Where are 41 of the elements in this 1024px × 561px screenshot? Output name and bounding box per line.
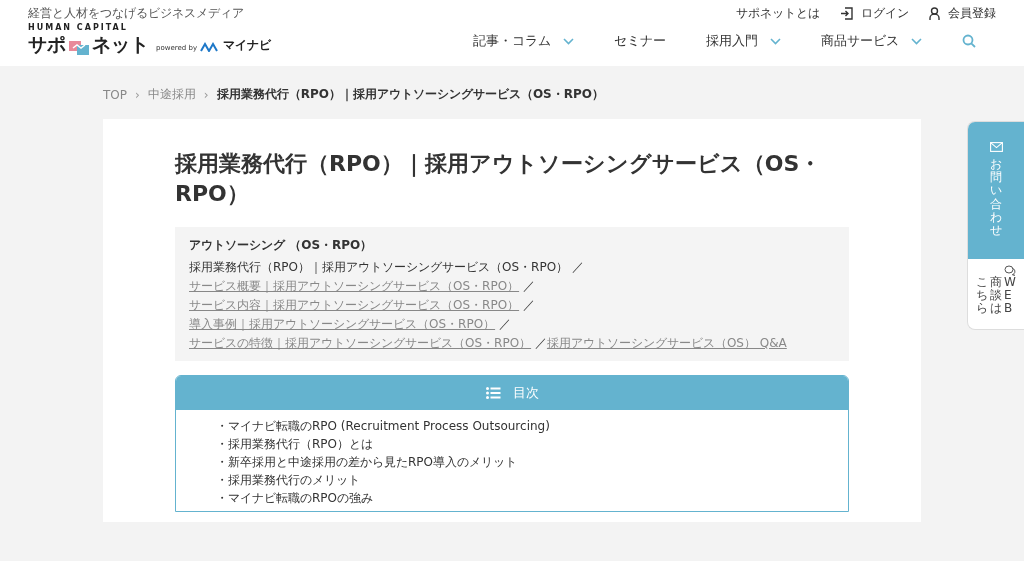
list-icon <box>485 387 501 399</box>
logo-text[interactable]: ネット <box>92 33 149 55</box>
logo-text: HUMAN CAPITAL <box>28 23 129 32</box>
breadcrumb-link[interactable]: 採用業務代行（RPO）｜採用アウトソーシングサービス（OS・RPO） <box>216 86 604 103</box>
web-meeting-label: 商談は <box>990 276 1002 316</box>
logo-text[interactable]: サポ <box>28 33 66 55</box>
login-icon <box>840 7 853 20</box>
nav-item[interactable]: 記事・コラム <box>473 32 574 50</box>
nav-item[interactable]: 採用入門 <box>706 32 781 50</box>
header-link[interactable]: サポネットとは <box>736 5 820 22</box>
breadcrumb-separator: › <box>203 87 209 102</box>
related-links-text: 採用業務代行（RPO）｜採用アウトソーシングサービス（OS・RPO） ／ サービス概要｜採用アウトソーシングサービス（OS・RPO） ／ サービス内容｜採用アウトソーシングサービス（OS・RPO） ／ 導入事例｜採用アウトソーシングサービス（OS・RPO） ／ サービスの特徴｜採用アウトソーシングサービス（OS・RPO） ／採用アウトソーシングサービス（OS） Q&A <box>189 259 788 352</box>
logo-icon <box>69 41 89 55</box>
search-icon[interactable] <box>962 34 976 48</box>
header-link[interactable]: 会員登録 <box>929 5 996 22</box>
chevron-down-icon <box>563 37 574 45</box>
current-page-text: 採用業務代行（RPO）｜採用アウトソーシングサービス（OS・RPO） <box>189 260 569 274</box>
toc-title: 目次 <box>512 384 539 402</box>
user-icon <box>929 7 940 20</box>
toc-item[interactable]: ・新卒採用と中途採用の差から見たRPO導入のメリット <box>216 454 808 470</box>
chevron-down-icon <box>770 37 781 45</box>
web-meeting-label: こちら <box>976 276 988 316</box>
toc-item[interactable]: ・採用業務代行のメリット <box>216 472 808 488</box>
partner-logo-icon <box>200 42 221 52</box>
web-meeting-label: WEB <box>1004 276 1016 316</box>
partner-logo-text: マイナビ <box>223 37 272 54</box>
nav-item[interactable]: 商品サービス <box>821 32 922 50</box>
page-title: 採用業務代行（RPO）｜採用アウトソーシングサービス（OS・RPO） <box>175 150 823 208</box>
web-meeting-tab[interactable]: こちら 商談は WEB <box>968 259 1024 329</box>
chevron-down-icon <box>911 37 922 45</box>
toc-item[interactable]: ・マイナビ転職のRPOの強み <box>216 490 808 506</box>
contact-label: お問い合わせ <box>990 158 1002 238</box>
site-tagline: 経営と人材をつなげるビジネスメディア <box>28 7 245 20</box>
nav-item[interactable]: セミナー <box>614 32 666 50</box>
panel-heading: アウトソーシング （OS・RPO） <box>189 237 374 254</box>
toc-item[interactable]: ・マイナビ転職のRPO (Recruitment Process Outsourcing) <box>216 418 808 434</box>
chat-bubbles-icon <box>1004 265 1016 276</box>
header-link[interactable]: ログイン <box>840 5 909 22</box>
mail-icon <box>989 142 1003 152</box>
breadcrumb-separator: › <box>135 87 140 102</box>
toc-item[interactable]: ・採用業務代行（RPO）とは <box>216 436 808 452</box>
